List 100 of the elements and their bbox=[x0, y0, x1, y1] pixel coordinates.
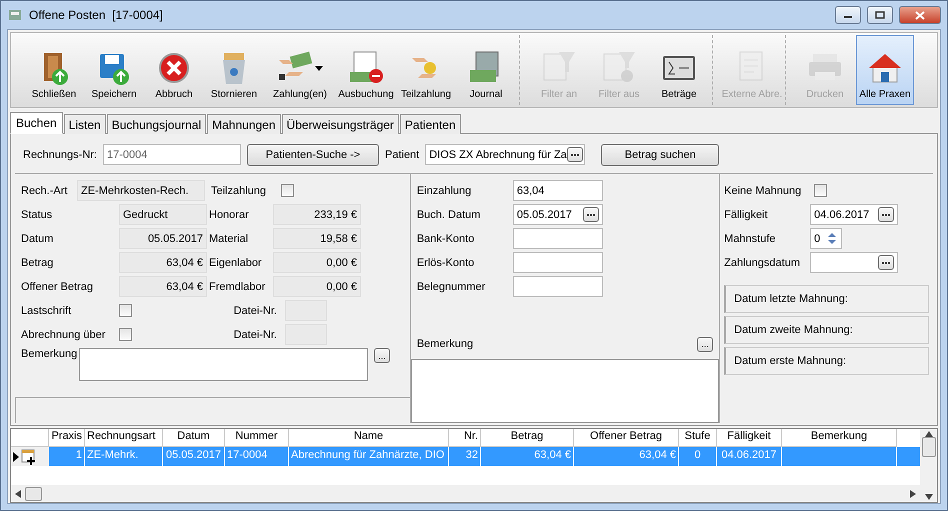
dunning-date: Datum erste Mahnung: bbox=[724, 347, 929, 375]
toolbar-button[interactable]: Stornieren bbox=[205, 35, 263, 105]
picker-button[interactable] bbox=[878, 255, 894, 270]
minimize-button[interactable] bbox=[835, 6, 861, 24]
table-cell: 63,04 € bbox=[574, 447, 679, 466]
table-cell: 04.06.2017 bbox=[717, 447, 782, 466]
tab[interactable]: Listen bbox=[64, 114, 106, 134]
field-label: Datei-Nr. bbox=[232, 304, 277, 316]
ellipsis-icon bbox=[881, 260, 892, 264]
field-label: Teilzahlung bbox=[211, 184, 268, 196]
table-cell: 05.05.2017 bbox=[163, 447, 225, 466]
field-label: Fremdlabor bbox=[209, 280, 266, 292]
read-only-field: ZE-Mehrkosten-Rech. bbox=[77, 180, 205, 201]
toolbar-button[interactable]: Ausbuchung bbox=[337, 35, 395, 105]
spin-field[interactable]: 0 bbox=[810, 228, 842, 249]
field-label: Bemerkung bbox=[416, 338, 474, 350]
toolbar-button[interactable]: Teilzahlung bbox=[397, 35, 455, 105]
picker-button[interactable] bbox=[582, 207, 599, 222]
input-field[interactable]: 17-0004 bbox=[102, 144, 241, 165]
remark-field[interactable] bbox=[410, 359, 720, 423]
field-label: Zahlungsdatum bbox=[724, 256, 801, 268]
field-label: Mahnstufe bbox=[724, 232, 777, 244]
field-label: Betrag bbox=[21, 256, 54, 268]
field-label: Belegnummer bbox=[416, 280, 486, 292]
close-button[interactable] bbox=[899, 6, 941, 24]
tab[interactable]: Buchen bbox=[10, 112, 63, 134]
dunning-date: Datum zweite Mahnung: bbox=[724, 316, 929, 344]
field-label: Erlös-Konto bbox=[416, 256, 476, 268]
tab[interactable]: Patienten bbox=[400, 114, 461, 134]
toolbar-button[interactable]: Journal bbox=[457, 35, 515, 105]
scroll-down-icon[interactable] bbox=[924, 494, 932, 500]
cancel-icon bbox=[156, 50, 192, 86]
tab[interactable]: Überweisungsträger bbox=[282, 114, 399, 134]
table-cell: 32 bbox=[449, 447, 481, 466]
field-label: Datei-Nr. bbox=[232, 328, 277, 340]
toolbar-button[interactable]: Schließen bbox=[25, 35, 83, 105]
read-only-field: 0,00 € bbox=[273, 276, 361, 297]
toolbar-button[interactable]: Zahlung(en) bbox=[265, 35, 335, 105]
field-label: Honorar bbox=[209, 208, 250, 220]
horizontal-scrollbar[interactable] bbox=[11, 485, 920, 502]
more-button[interactable]: ... bbox=[374, 348, 390, 363]
checkbox[interactable] bbox=[814, 184, 828, 197]
scroll-left-icon[interactable] bbox=[15, 490, 21, 498]
input-field[interactable] bbox=[512, 276, 603, 297]
scroll-right-icon[interactable] bbox=[910, 490, 916, 498]
field-label: Fälligkeit bbox=[724, 208, 769, 220]
scroll-thumb[interactable] bbox=[922, 437, 936, 457]
read-only-field: 63,04 € bbox=[119, 276, 207, 297]
toolbar-button[interactable]: Beträge bbox=[650, 35, 708, 105]
scroll-thumb[interactable] bbox=[25, 486, 42, 500]
vertical-scrollbar[interactable] bbox=[920, 429, 937, 502]
toolbar-button[interactable]: Abbruch bbox=[145, 35, 203, 105]
amount-search-button[interactable]: Betrag suchen bbox=[601, 144, 720, 166]
picker-button[interactable] bbox=[878, 207, 894, 222]
remark-field[interactable] bbox=[79, 348, 368, 381]
toolbar-button[interactable]: Speichern bbox=[85, 35, 143, 105]
tab[interactable]: Buchungsjournal bbox=[106, 114, 206, 134]
read-only-field: 233,19 € bbox=[273, 204, 361, 225]
input-field[interactable] bbox=[512, 252, 603, 273]
checkbox[interactable] bbox=[119, 304, 132, 317]
input-field[interactable] bbox=[512, 228, 603, 249]
read-only-field: 63,04 € bbox=[119, 252, 207, 273]
field-label: Eigenlabor bbox=[209, 256, 263, 268]
input-field[interactable]: DIOS ZX Abrechnung für Za bbox=[425, 144, 586, 165]
field-label: Patient bbox=[384, 148, 420, 160]
picker-button[interactable] bbox=[566, 147, 583, 162]
toolbar-button[interactable]: Alle Praxen bbox=[856, 35, 914, 105]
tab[interactable]: Mahnungen bbox=[207, 114, 281, 134]
banknotes-icon bbox=[348, 50, 384, 86]
ellipsis-icon bbox=[570, 152, 580, 156]
maximize-button[interactable] bbox=[867, 6, 893, 24]
spin-arrows-icon[interactable] bbox=[826, 230, 838, 247]
date-field[interactable]: 04.06.2017 bbox=[810, 204, 898, 225]
read-only-field: 0,00 € bbox=[273, 252, 361, 273]
input-field[interactable]: 05.05.2017 bbox=[512, 204, 603, 225]
table-cell: 1 bbox=[49, 447, 85, 466]
caret-icon[interactable] bbox=[315, 66, 323, 70]
close-icon bbox=[915, 10, 925, 20]
checkbox[interactable] bbox=[281, 184, 294, 197]
field-label: Material bbox=[209, 232, 250, 244]
ellipsis-icon bbox=[586, 212, 596, 216]
ellipsis-icon bbox=[881, 212, 892, 216]
table-cell: 63,04 € bbox=[481, 447, 574, 466]
read-only-field: 19,58 € bbox=[273, 228, 361, 249]
date-field[interactable] bbox=[810, 252, 898, 273]
checkbox-label: Keine Mahnung bbox=[724, 184, 802, 196]
more-button[interactable]: ... bbox=[697, 336, 714, 352]
table-cell: 0 bbox=[679, 447, 717, 466]
field-label: Buch. Datum bbox=[416, 208, 482, 220]
table-cell: 17-0004 bbox=[225, 447, 289, 466]
input-field[interactable]: 63,04 bbox=[512, 180, 603, 201]
field-label: Datum bbox=[21, 232, 54, 244]
table-cell: Abrechnung für Zahnärzte, DIO bbox=[289, 447, 449, 466]
patient-search-button[interactable]: Patienten-Suche -> bbox=[246, 144, 379, 166]
read-only-field: 05.05.2017 bbox=[119, 228, 207, 249]
app-icon bbox=[7, 7, 23, 23]
table-cell: ZE-Mehrk. bbox=[85, 447, 163, 466]
document-add-icon bbox=[21, 448, 37, 464]
checkbox[interactable] bbox=[119, 328, 132, 341]
field-label: Bemerkung bbox=[21, 348, 77, 360]
